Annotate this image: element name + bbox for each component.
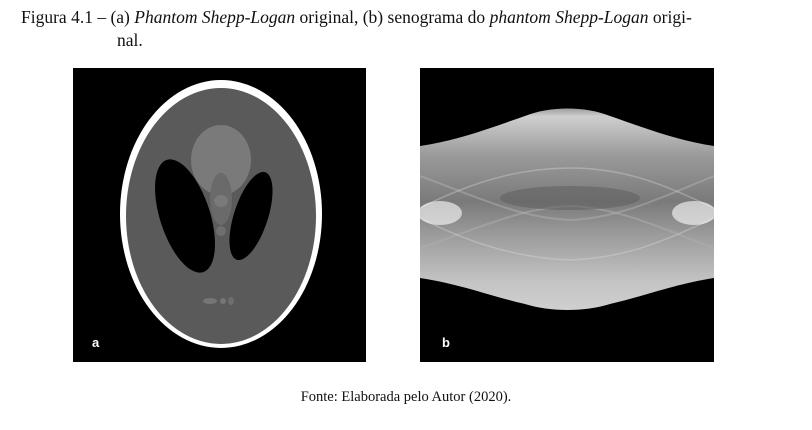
figure-source: Fonte: Elaborada pelo Autor (2020). xyxy=(300,389,512,405)
panel-label-b: b xyxy=(442,335,450,350)
phantom-small-ellipse-1 xyxy=(214,195,228,207)
caption-separator: – xyxy=(92,7,111,27)
caption-part-b-emphasis: phantom Shepp-Logan xyxy=(489,7,649,27)
sinogram-image-panel: b xyxy=(420,68,714,362)
caption-part-a-prefix: (a) xyxy=(110,7,135,27)
caption-part-a-suffix: original, (b) senograma do xyxy=(295,7,490,27)
caption-line-1: Figura 4.1 – (a) Phantom Shepp-Logan ori… xyxy=(21,6,692,29)
phantom-image-panel: a xyxy=(73,68,366,362)
sinogram xyxy=(420,68,714,362)
shepp-logan-phantom xyxy=(120,80,322,348)
panel-label-a: a xyxy=(92,335,100,350)
caption-part-a-emphasis: Phantom Shepp-Logan xyxy=(134,7,296,27)
phantom-dot-1 xyxy=(203,298,217,304)
caption-label: Figura 4.1 xyxy=(21,7,93,27)
phantom-dot-3 xyxy=(228,297,234,305)
caption-part-b-suffix: origi- xyxy=(648,7,692,27)
phantom-dot-2 xyxy=(220,298,226,304)
phantom-small-ellipse-2 xyxy=(216,226,226,236)
caption-line-2: nal. xyxy=(117,30,143,50)
